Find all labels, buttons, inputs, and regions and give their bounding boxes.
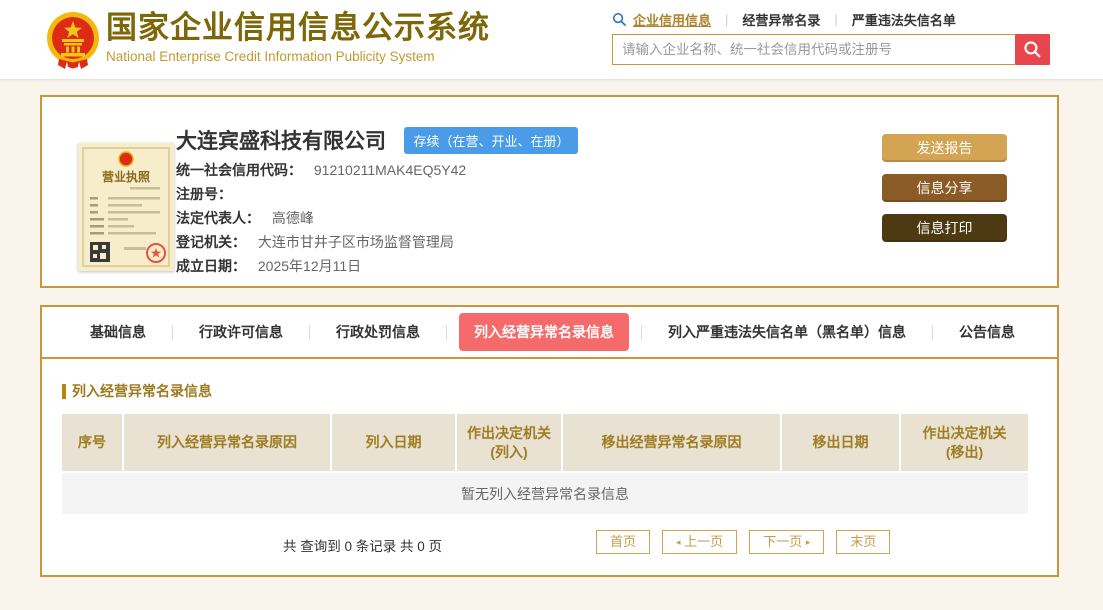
field-credit-code: 统一社会信用代码： 91210211MAK4EQ5Y42 bbox=[176, 162, 467, 178]
record-count-summary: 共 查询到 0 条记录 共 0 页 bbox=[283, 539, 443, 554]
section-title: 列入经营异常名录信息 bbox=[62, 381, 1037, 401]
tab-blacklist[interactable]: 列入严重违法失信名单（黑名单）信息 bbox=[642, 322, 932, 342]
table-header-row: 序号 列入经营异常名录原因 列入日期 作出决定机关 (列入) 移出经营异常名录原… bbox=[62, 414, 1028, 472]
business-license-image: 营业执照 bbox=[78, 143, 174, 271]
search-button-icon bbox=[1024, 41, 1041, 58]
search-input[interactable] bbox=[612, 34, 1050, 65]
next-arrow-icon: ▸ bbox=[805, 537, 811, 547]
tab-abnormal-list[interactable]: 列入经营异常名录信息 bbox=[459, 313, 629, 351]
tab-admin-penalty[interactable]: 行政处罚信息 bbox=[310, 322, 446, 342]
field-registration-no: 注册号： bbox=[176, 186, 232, 202]
pagination: 共 查询到 0 条记录 共 0 页 首页 ◂ 上一页 下一页 ▸ 末页 bbox=[62, 530, 1037, 558]
field-legal-representative: 法定代表人： 高德峰 bbox=[176, 210, 314, 226]
col-inclusion-authority: 作出决定机关 (列入) bbox=[456, 414, 563, 472]
tab-admin-license[interactable]: 行政许可信息 bbox=[173, 322, 309, 342]
print-info-button[interactable]: 信息打印 bbox=[882, 214, 1007, 242]
col-inclusion-reason: 列入经营异常名录原因 bbox=[123, 414, 332, 472]
empty-state-text: 暂无列入经营异常名录信息 bbox=[62, 471, 1028, 514]
col-inclusion-date: 列入日期 bbox=[331, 414, 457, 472]
search-icon bbox=[612, 12, 627, 26]
tab-basic-info[interactable]: 基础信息 bbox=[64, 322, 172, 342]
table-empty-row: 暂无列入经营异常名录信息 bbox=[62, 471, 1028, 514]
nav-separator: | bbox=[834, 11, 838, 27]
next-page-button[interactable]: 下一页 ▸ bbox=[749, 530, 825, 554]
national-emblem-logo bbox=[47, 12, 99, 69]
nav-separator: | bbox=[725, 11, 729, 27]
nav-link-abnormal-list[interactable]: 经营异常名录 bbox=[742, 10, 820, 29]
tab-bar: 基础信息 行政许可信息 行政处罚信息 列入经营异常名录信息 列入严重违法失信名单… bbox=[42, 307, 1057, 359]
company-name: 大连宾盛科技有限公司 bbox=[176, 130, 386, 153]
nav-link-illegal-list[interactable]: 严重违法失信名单 bbox=[852, 10, 956, 29]
first-page-button[interactable]: 首页 bbox=[596, 530, 651, 554]
company-status-badge: 存续（在营、开业、在册） bbox=[404, 126, 579, 154]
license-title-text: 营业执照 bbox=[102, 169, 150, 184]
site-header: 国家企业信用信息公示系统 National Enterprise Credit … bbox=[0, 0, 1103, 80]
last-page-button[interactable]: 末页 bbox=[836, 530, 891, 554]
detail-panel: 基础信息 行政许可信息 行政处罚信息 列入经营异常名录信息 列入严重违法失信名单… bbox=[40, 305, 1059, 577]
field-registration-authority: 登记机关： 大连市甘井子区市场监督管理局 bbox=[176, 234, 454, 250]
company-fields: 统一社会信用代码： 91210211MAK4EQ5Y42 注册号： 法定代表人：… bbox=[176, 158, 466, 278]
site-title: 国家企业信用信息公示系统 bbox=[106, 10, 490, 45]
share-info-button[interactable]: 信息分享 bbox=[882, 174, 1007, 202]
col-removal-reason: 移出经营异常名录原因 bbox=[562, 414, 782, 472]
abnormal-list-table: 序号 列入经营异常名录原因 列入日期 作出决定机关 (列入) 移出经营异常名录原… bbox=[62, 414, 1028, 514]
field-establishment-date: 成立日期： 2025年12月11日 bbox=[176, 258, 362, 274]
section-title-bar bbox=[62, 383, 66, 399]
send-report-button[interactable]: 发送报告 bbox=[882, 134, 1007, 162]
prev-page-button[interactable]: ◂ 上一页 bbox=[662, 530, 738, 554]
search-button[interactable] bbox=[1015, 34, 1050, 65]
header-nav: 企业信用信息 | 经营异常名录 | 严重违法失信名单 bbox=[612, 8, 1050, 30]
col-serial-no: 序号 bbox=[62, 414, 124, 472]
tab-separator bbox=[446, 324, 447, 340]
nav-link-enterprise-credit[interactable]: 企业信用信息 bbox=[633, 10, 711, 29]
company-info-panel: 营业执照 大连宾盛科技有限公司 存续（在营、开业、在册） 统一社会信用代码： 9… bbox=[40, 95, 1059, 288]
prev-arrow-icon: ◂ bbox=[676, 537, 681, 547]
site-subtitle: National Enterprise Credit Information P… bbox=[106, 49, 435, 64]
col-removal-authority: 作出决定机关 (移出) bbox=[900, 414, 1028, 472]
col-removal-date: 移出日期 bbox=[781, 414, 901, 472]
tab-announcements[interactable]: 公告信息 bbox=[933, 322, 1041, 342]
